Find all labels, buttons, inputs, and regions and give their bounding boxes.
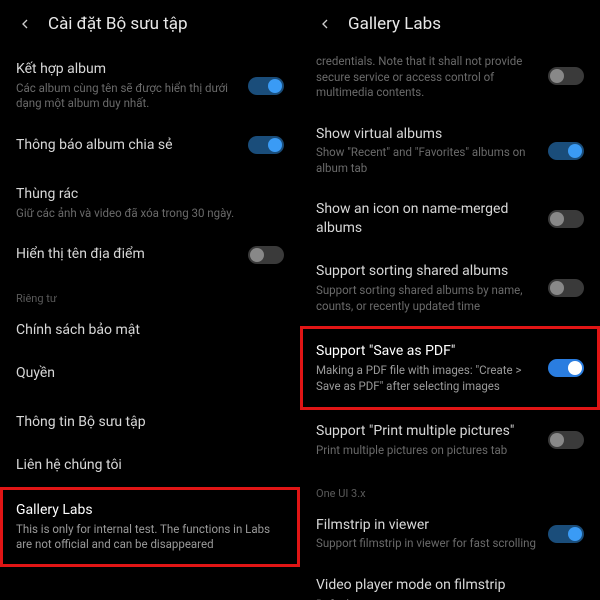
content-right: credentials. Note that it shall not prov… — [300, 48, 600, 600]
item-name-merged-icon[interactable]: Show an icon on name-merged albums — [300, 188, 600, 250]
toggle-filmstrip-viewer[interactable] — [548, 525, 584, 543]
page-title-left: Cài đặt Bộ sưu tập — [48, 14, 188, 34]
toggle-credentials[interactable] — [548, 67, 584, 85]
item-title: Quyền — [16, 364, 284, 383]
item-contact-us[interactable]: Liên hệ chúng tôi — [0, 444, 300, 487]
header-right: Gallery Labs — [300, 0, 600, 48]
item-title: Kết hợp album — [16, 60, 238, 79]
item-sub: Support sorting shared albums by name, c… — [316, 283, 538, 314]
item-title: Hiển thị tên địa điểm — [16, 245, 238, 264]
item-trash[interactable]: Thùng rác Giữ các ảnh và video đã xóa tr… — [0, 173, 300, 233]
toggle-save-as-pdf[interactable] — [548, 359, 584, 377]
item-sub: Support filmstrip in viewer for fast scr… — [316, 536, 538, 552]
item-title: Video player mode on filmstrip — [316, 576, 584, 595]
item-sub: Giữ các ảnh và video đã xóa trong 30 ngà… — [16, 206, 284, 222]
item-title: Support "Print multiple pictures" — [316, 422, 538, 441]
section-one-ui: One UI 3.x — [300, 477, 600, 504]
left-screen: Cài đặt Bộ sưu tập Kết hợp album Các alb… — [0, 0, 300, 600]
back-icon[interactable] — [316, 15, 334, 33]
item-about-gallery[interactable]: Thông tin Bộ sưu tập — [0, 401, 300, 444]
toggle-name-merged-icon[interactable] — [548, 210, 584, 228]
item-shared-album-notif[interactable]: Thông báo album chia sẻ — [0, 124, 300, 167]
item-sub: Các album cùng tên sẽ được hiển thị dưới… — [16, 81, 238, 112]
toggle-shared-album-notif[interactable] — [248, 136, 284, 154]
item-title: Liên hệ chúng tôi — [16, 456, 284, 475]
item-sub: credentials. Note that it shall not prov… — [316, 54, 538, 101]
item-sub: Show "Recent" and "Favorites" albums on … — [316, 145, 538, 176]
item-permissions[interactable]: Quyền — [0, 352, 300, 395]
back-icon[interactable] — [16, 15, 34, 33]
toggle-merge-albums[interactable] — [248, 77, 284, 95]
item-title: Show virtual albums — [316, 125, 538, 144]
item-title: Show an icon on name-merged albums — [316, 200, 538, 238]
item-sub: Print multiple pictures on pictures tab — [316, 443, 538, 459]
item-gallery-labs[interactable]: Gallery Labs This is only for internal t… — [0, 487, 300, 567]
item-print-multiple[interactable]: Support "Print multiple pictures" Print … — [300, 410, 600, 470]
content-left: Kết hợp album Các album cùng tên sẽ được… — [0, 48, 300, 600]
right-screen: Gallery Labs credentials. Note that it s… — [300, 0, 600, 600]
toggle-sort-shared-albums[interactable] — [548, 279, 584, 297]
item-filmstrip-viewer[interactable]: Filmstrip in viewer Support filmstrip in… — [300, 504, 600, 564]
item-title: Thông báo album chia sẻ — [16, 136, 238, 155]
toggle-print-multiple[interactable] — [548, 431, 584, 449]
section-privacy: Riêng tư — [0, 282, 300, 309]
item-title: Filmstrip in viewer — [316, 516, 538, 535]
item-merge-albums[interactable]: Kết hợp album Các album cùng tên sẽ được… — [0, 48, 300, 124]
item-privacy-policy[interactable]: Chính sách bảo mật — [0, 309, 300, 352]
item-sort-shared-albums[interactable]: Support sorting shared albums Support so… — [300, 250, 600, 326]
page-title-right: Gallery Labs — [348, 14, 441, 34]
item-title: Thùng rác — [16, 185, 284, 204]
item-show-location[interactable]: Hiển thị tên địa điểm — [0, 233, 300, 276]
item-title: Support "Save as PDF" — [316, 342, 538, 361]
item-title: Thông tin Bộ sưu tập — [16, 413, 284, 432]
item-title: Support sorting shared albums — [316, 262, 538, 281]
toggle-virtual-albums[interactable] — [548, 142, 584, 160]
item-sub: Making a PDF file with images: "Create >… — [316, 363, 538, 394]
item-virtual-albums[interactable]: Show virtual albums Show "Recent" and "F… — [300, 113, 600, 189]
item-save-as-pdf[interactable]: Support "Save as PDF" Making a PDF file … — [300, 326, 600, 410]
item-video-player-mode[interactable]: Video player mode on filmstrip Default — [300, 564, 600, 600]
item-title: Chính sách bảo mật — [16, 321, 284, 340]
header-left: Cài đặt Bộ sưu tập — [0, 0, 300, 48]
item-credentials-partial[interactable]: credentials. Note that it shall not prov… — [300, 48, 600, 113]
item-title: Gallery Labs — [16, 501, 284, 520]
toggle-show-location[interactable] — [248, 246, 284, 264]
item-sub: This is only for internal test. The func… — [16, 522, 284, 553]
